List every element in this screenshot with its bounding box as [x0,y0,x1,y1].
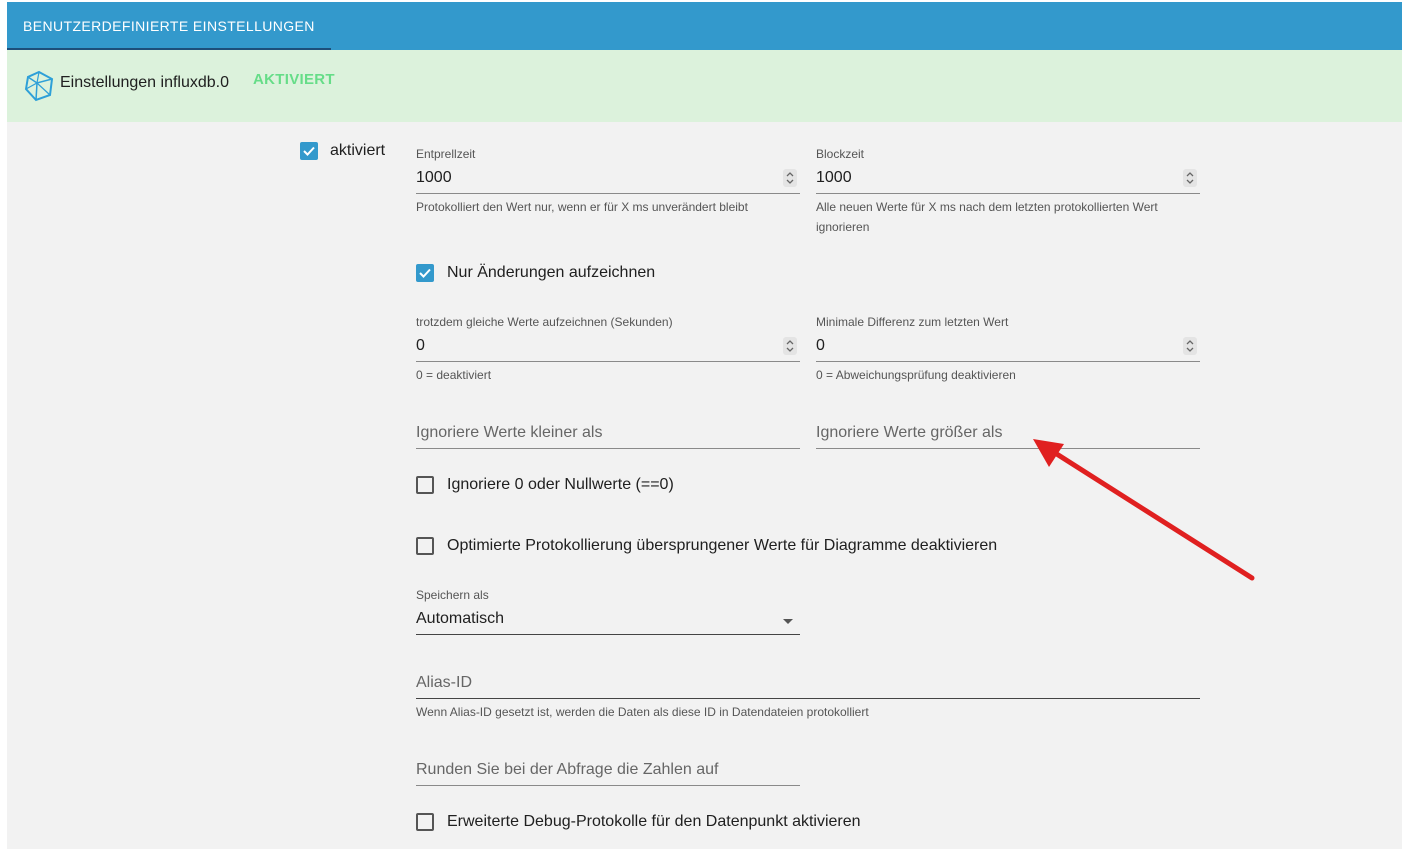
annotation-arrow-icon [1033,439,1255,581]
